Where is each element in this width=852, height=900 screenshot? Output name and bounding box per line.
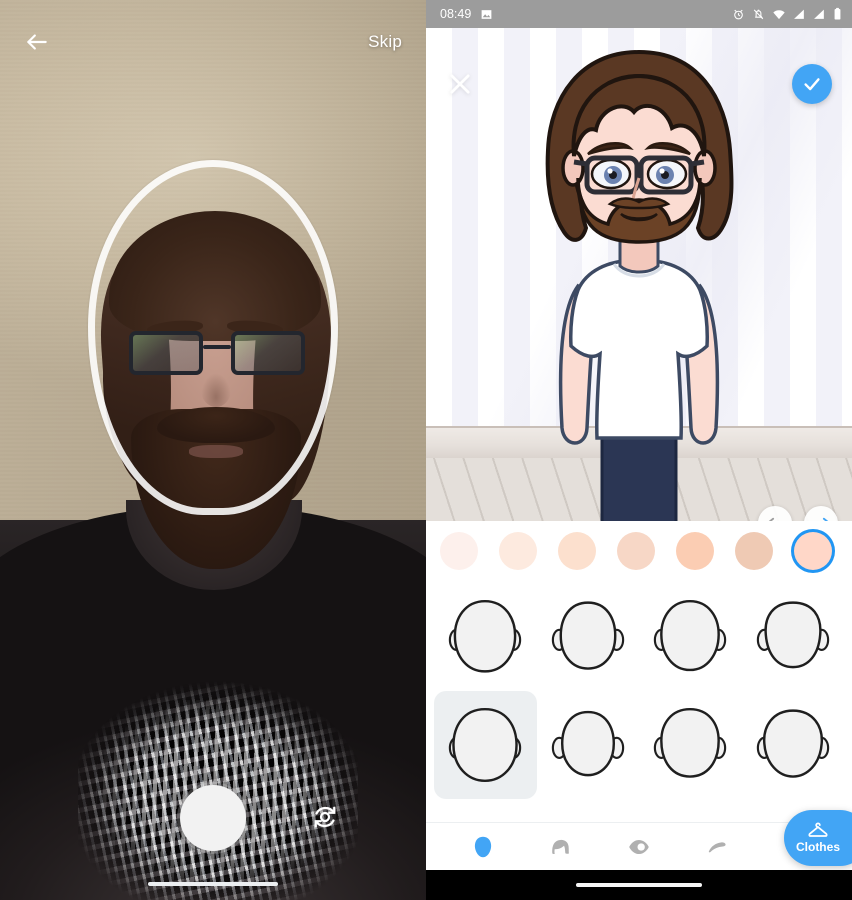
tab-eyes[interactable] — [618, 826, 660, 868]
notifications-off-icon — [753, 9, 764, 19]
arrow-left-icon[interactable] — [24, 29, 50, 55]
tab-eyebrows[interactable] — [696, 826, 738, 868]
face-shape-icon — [551, 710, 624, 777]
avatar-preview — [426, 28, 852, 521]
undo-icon — [767, 517, 778, 521]
skin-tone-swatch-5[interactable] — [676, 532, 714, 570]
clothes-button-label: Clothes — [795, 840, 840, 854]
status-bar-time: 08:49 — [440, 7, 472, 21]
image-icon — [481, 9, 492, 19]
face-shape-6[interactable] — [537, 691, 640, 799]
face-shape-3[interactable] — [639, 583, 742, 691]
close-icon[interactable] — [446, 70, 474, 98]
face-shape-1[interactable] — [434, 583, 537, 691]
skin-tone-swatch-3[interactable] — [558, 532, 596, 570]
avatar-editor-panel: 08:49 Clothes — [426, 0, 852, 900]
gesture-nav-bar[interactable] — [576, 883, 702, 887]
shutter-button[interactable] — [180, 785, 246, 851]
face-shape-icon — [756, 601, 829, 669]
face-icon — [474, 836, 492, 857]
gesture-nav-bar-left[interactable] — [148, 882, 278, 886]
skip-button[interactable]: Skip — [368, 32, 402, 52]
battery-icon — [834, 7, 841, 20]
signal-icon — [794, 9, 804, 19]
screen-root: Skip 08:49 Clothes — [0, 0, 852, 900]
face-shape-grid — [426, 581, 852, 799]
face-shape-7[interactable] — [639, 691, 742, 799]
camera-capture-panel: Skip — [0, 0, 426, 900]
signal-icon — [814, 9, 824, 19]
face-alignment-oval-guide — [88, 160, 338, 515]
check-icon — [804, 78, 820, 91]
status-bar-right — [732, 7, 842, 21]
status-bar-left: 08:49 — [440, 7, 493, 21]
face-shape-icon — [551, 601, 624, 670]
face-shape-icon — [654, 707, 727, 778]
face-shape-icon — [449, 707, 522, 783]
confirm-button[interactable] — [792, 64, 832, 104]
clothes-button[interactable]: Clothes — [784, 810, 852, 866]
camera-flip-icon[interactable] — [310, 802, 340, 832]
wifi-icon — [773, 9, 785, 19]
skin-tone-swatch-4[interactable] — [617, 532, 655, 570]
skin-tone-swatch-7[interactable] — [794, 532, 832, 570]
face-shape-4[interactable] — [742, 583, 845, 691]
tab-face[interactable] — [462, 826, 504, 868]
skin-tone-swatch-2[interactable] — [499, 532, 537, 570]
tab-hair[interactable] — [540, 826, 582, 868]
redo-button[interactable] — [804, 506, 838, 521]
face-shape-icon — [449, 599, 522, 673]
alarm-icon — [734, 9, 743, 19]
editor-top-bar — [426, 56, 852, 112]
face-shape-8[interactable] — [742, 691, 845, 799]
hanger-icon — [808, 822, 828, 837]
undo-redo-controls — [758, 506, 838, 521]
eye-icon — [629, 839, 649, 854]
camera-top-bar: Skip — [0, 0, 426, 84]
face-shape-icon — [654, 599, 727, 672]
hair-icon — [552, 839, 569, 854]
face-shape-icon — [756, 709, 829, 778]
face-shape-2[interactable] — [537, 583, 640, 691]
skin-tone-swatch-6[interactable] — [735, 532, 773, 570]
undo-button[interactable] — [758, 506, 792, 521]
android-status-bar: 08:49 — [426, 0, 852, 28]
eyebrow-icon — [708, 841, 726, 852]
face-shape-5[interactable] — [434, 691, 537, 799]
skin-tone-swatch-1[interactable] — [440, 532, 478, 570]
redo-icon — [818, 517, 829, 521]
skin-tone-swatch-row[interactable] — [426, 521, 852, 581]
